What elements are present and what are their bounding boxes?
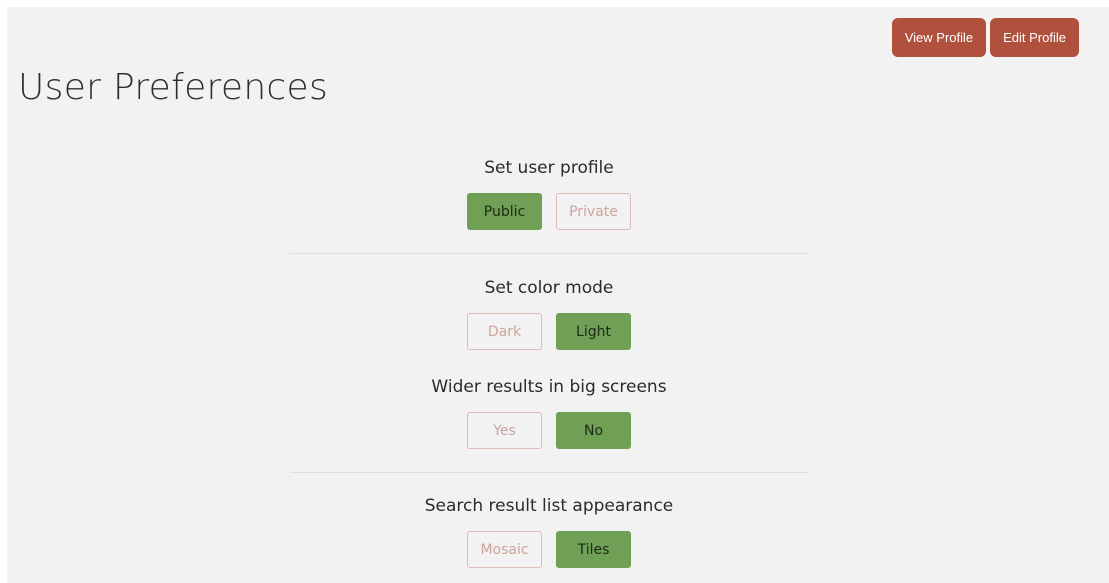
no-option-button[interactable]: No <box>556 412 631 449</box>
preferences-panel: View Profile Edit Profile User Preferenc… <box>7 7 1109 583</box>
page-title: User Preferences <box>18 67 329 108</box>
light-option-button[interactable]: Light <box>556 313 631 350</box>
public-option-button[interactable]: Public <box>467 193 542 230</box>
profile-visibility-section: Set user profile Public Private <box>7 158 1091 230</box>
dark-option-button[interactable]: Dark <box>467 313 542 350</box>
wider-results-section: Wider results in big screens Yes No <box>7 377 1091 449</box>
color-mode-label: Set color mode <box>484 278 614 298</box>
list-appearance-section: Search result list appearance Mosaic Til… <box>7 496 1091 568</box>
yes-option-button[interactable]: Yes <box>467 412 542 449</box>
section-divider <box>290 472 808 473</box>
wider-results-toggle: Yes No <box>7 412 1091 449</box>
mosaic-option-button[interactable]: Mosaic <box>467 531 542 568</box>
list-appearance-toggle: Mosaic Tiles <box>7 531 1091 568</box>
edit-profile-button[interactable]: Edit Profile <box>990 18 1079 57</box>
profile-visibility-label: Set user profile <box>484 158 614 178</box>
profile-actions: View Profile Edit Profile <box>891 18 1079 57</box>
private-option-button[interactable]: Private <box>556 193 631 230</box>
tiles-option-button[interactable]: Tiles <box>556 531 631 568</box>
wider-results-label: Wider results in big screens <box>431 377 667 397</box>
color-mode-section: Set color mode Dark Light <box>7 278 1091 350</box>
view-profile-button[interactable]: View Profile <box>891 18 987 57</box>
list-appearance-label: Search result list appearance <box>424 496 674 516</box>
section-divider <box>290 253 808 254</box>
color-mode-toggle: Dark Light <box>7 313 1091 350</box>
profile-visibility-toggle: Public Private <box>7 193 1091 230</box>
